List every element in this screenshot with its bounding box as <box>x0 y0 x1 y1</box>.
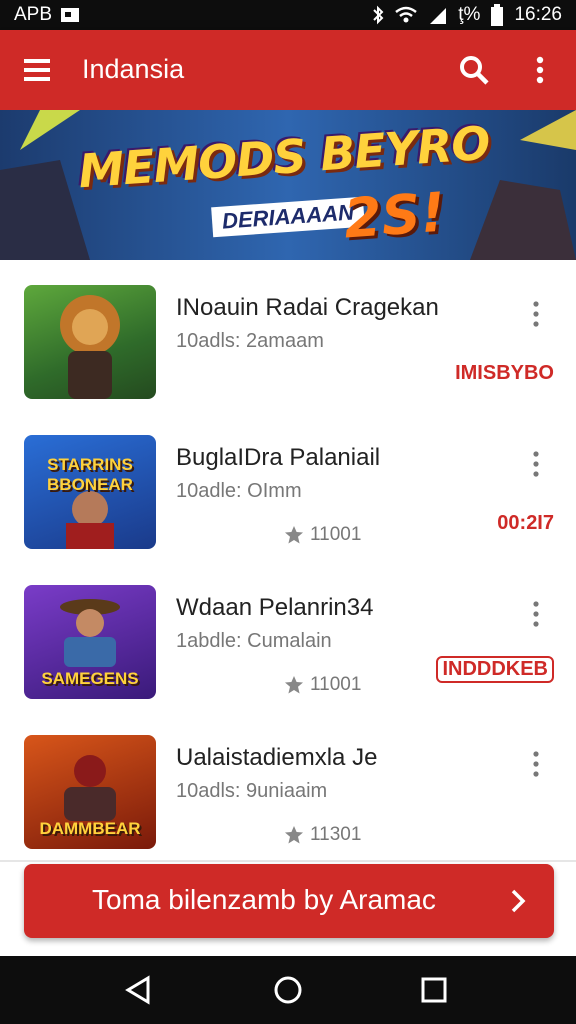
rating-count: 11001 <box>310 674 362 695</box>
more-vert-icon[interactable] <box>528 300 544 328</box>
chevron-right-icon <box>511 889 526 913</box>
game-thumbnail: DAMMBEAR <box>24 735 156 849</box>
game-title: INoauin Radai Cragekan <box>176 294 439 321</box>
cta-label: Toma bilenzamb by Aramac <box>92 884 436 915</box>
menu-icon[interactable] <box>22 56 54 84</box>
signal-icon <box>430 8 447 24</box>
more-vert-icon[interactable] <box>528 600 544 628</box>
status-bar: APB ţ% 16:26 <box>0 0 576 30</box>
banner-badge: 2S! <box>341 180 448 251</box>
bluetooth-icon <box>373 5 384 25</box>
promo-banner[interactable]: MEMODS BEYRO DERIAAAAN 2S! <box>0 110 576 260</box>
lion-character-art <box>60 295 120 399</box>
clock: 16:26 <box>514 4 562 25</box>
game-rating: 11301 <box>284 824 361 846</box>
game-tag: IMISBYBO <box>455 362 554 384</box>
star-icon <box>285 526 303 544</box>
carrier-label: APB <box>14 4 53 25</box>
game-meta: 1abdle: Cumalain <box>176 630 332 652</box>
recents-icon[interactable] <box>418 974 450 1006</box>
list-item[interactable]: DAMMBEAR Ualaistadiemxla Je 10adls: 9uni… <box>0 710 576 862</box>
game-tag: INDDDKEB <box>436 656 554 683</box>
primary-cta-button[interactable]: Toma bilenzamb by Aramac <box>24 864 554 938</box>
list-item[interactable]: STARRINS BBONEAR BuglaIDra Palaniail 10a… <box>0 410 576 562</box>
notification-icon <box>61 8 80 22</box>
game-title: Wdaan Pelanrin34 <box>176 594 374 621</box>
game-meta: 10adle: OImm <box>176 480 302 502</box>
wifi-icon <box>395 6 418 23</box>
home-icon[interactable] <box>272 974 304 1006</box>
more-vert-icon[interactable] <box>528 750 544 778</box>
list-item[interactable]: INoauin Radai Cragekan 10adls: 2amaam IM… <box>0 260 576 412</box>
game-rating: 11001 <box>284 674 361 696</box>
more-vert-icon[interactable] <box>528 450 544 478</box>
list-item[interactable]: SAMEGENS Wdaan Pelanrin34 1abdle: Cumala… <box>0 560 576 712</box>
thumbnail-title: SAMEGENS <box>41 669 139 688</box>
thumbnail-title: DAMMBEAR <box>39 819 141 838</box>
rating-count: 11001 <box>310 524 362 545</box>
game-thumbnail: SAMEGENS <box>24 585 156 699</box>
game-thumbnail: STARRINS BBONEAR <box>24 435 156 549</box>
star-icon <box>285 676 303 694</box>
thumbnail-title: STARRINS BBONEAR <box>47 455 133 494</box>
game-title: Ualaistadiemxla Je <box>176 744 378 771</box>
game-meta: 10adls: 9uniaaim <box>176 780 328 802</box>
more-vert-icon[interactable] <box>526 54 554 86</box>
app-title: Indansia <box>82 54 185 84</box>
star-icon <box>285 826 303 844</box>
app-bar: Indansia <box>0 30 576 110</box>
system-nav-bar <box>0 956 576 1024</box>
game-rating: 11001 <box>284 524 361 546</box>
game-thumbnail <box>24 285 156 399</box>
search-icon[interactable] <box>458 54 490 86</box>
back-icon[interactable] <box>122 974 154 1006</box>
game-title: BuglaIDra Palaniail <box>176 444 381 471</box>
rating-count: 11301 <box>310 824 362 845</box>
game-tag: 00:2I7 <box>497 512 554 534</box>
game-meta: 10adls: 2amaam <box>176 330 324 352</box>
battery-text: ţ% <box>458 4 481 25</box>
battery-icon <box>491 4 504 26</box>
